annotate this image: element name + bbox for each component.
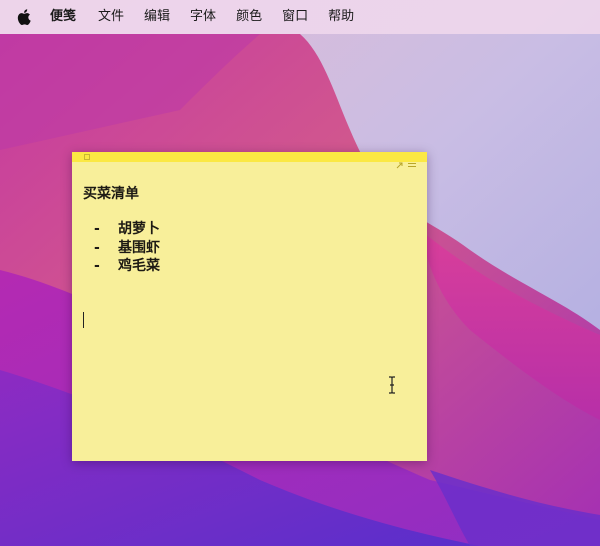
text-caret [83,312,84,328]
ibeam-cursor-icon [387,376,397,394]
note-text-area[interactable]: 买菜清单 - 胡萝卜 - 基围虾 - 鸡毛菜 [83,184,417,292]
list-bullet: - [94,221,100,237]
sticky-note-window[interactable]: 买菜清单 - 胡萝卜 - 基围虾 - 鸡毛菜 [72,152,427,461]
zoom-icon[interactable] [396,154,403,169]
note-heading: 买菜清单 [83,186,139,202]
list-item-text: 鸡毛菜 [118,258,160,274]
list-item: - 胡萝卜 [83,220,417,239]
list-item-text: 胡萝卜 [118,221,160,237]
list-item: - 基围虾 [83,239,417,258]
list-bullet: - [94,258,100,274]
collapse-icon[interactable] [408,154,416,167]
list-bullet: - [94,239,100,256]
menu-font[interactable]: 字体 [190,0,216,34]
menu-help[interactable]: 帮助 [328,0,354,34]
close-icon[interactable] [84,154,90,160]
apple-logo-icon[interactable] [16,8,32,26]
menu-color[interactable]: 颜色 [236,0,262,34]
note-titlebar[interactable] [72,152,427,169]
menu-edit[interactable]: 编辑 [144,0,170,34]
menu-bar: 便笺 文件 编辑 字体 颜色 窗口 帮助 [0,0,600,34]
list-item-text: 基围虾 [118,239,160,256]
note-list: - 胡萝卜 - 基围虾 - 鸡毛菜 [83,220,417,276]
menu-window[interactable]: 窗口 [282,0,308,34]
list-item: - 鸡毛菜 [83,257,417,276]
menu-app-name[interactable]: 便笺 [50,0,76,34]
menu-file[interactable]: 文件 [98,0,124,34]
